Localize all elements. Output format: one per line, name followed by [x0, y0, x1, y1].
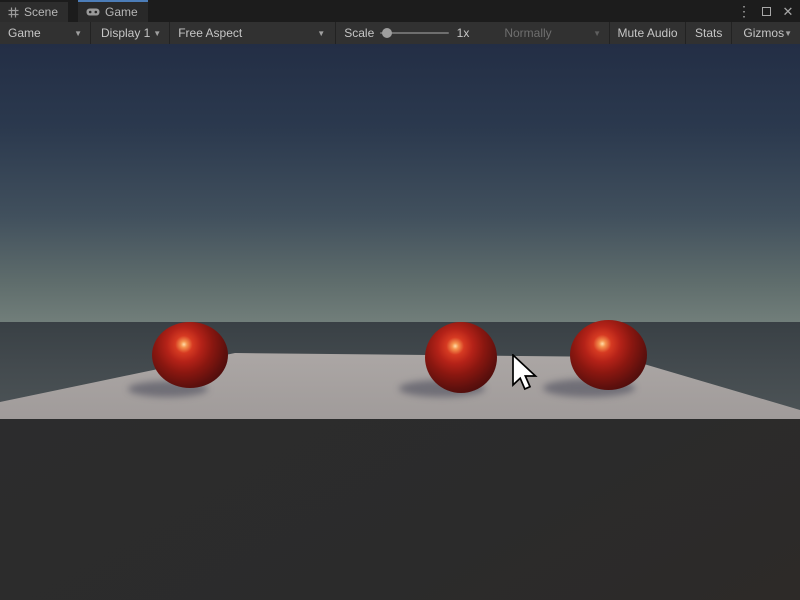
stats-button[interactable]: Stats	[686, 22, 732, 44]
mouse-cursor-icon	[511, 354, 539, 398]
unity-game-view-window: Scene Game ⋮ ✕ Game ▼ Display 1 ▼	[0, 0, 800, 600]
vsync-dropdown[interactable]: Normally ▼	[491, 22, 610, 44]
game-view-toolbar: Game ▼ Display 1 ▼ Free Aspect ▼ Scale 1…	[0, 22, 800, 44]
aspect-ratio-dropdown[interactable]: Free Aspect ▼	[170, 22, 336, 44]
unrendered-panel-area	[0, 419, 800, 600]
tab-strip: Scene Game ⋮ ✕	[0, 0, 800, 22]
mute-audio-button[interactable]: Mute Audio	[610, 22, 686, 44]
display-target-label: Game	[8, 26, 41, 40]
stats-label: Stats	[695, 26, 722, 40]
close-icon[interactable]: ✕	[780, 3, 796, 19]
display-target-dropdown[interactable]: Game ▼	[0, 22, 91, 44]
tab-scene-label: Scene	[24, 5, 58, 19]
kebab-menu-icon[interactable]: ⋮	[736, 3, 752, 19]
gizmos-label: Gizmos	[743, 26, 784, 40]
scale-value: 1x	[457, 26, 470, 40]
chevron-down-icon: ▼	[784, 29, 792, 38]
window-controls: ⋮ ✕	[736, 0, 796, 22]
maximize-icon[interactable]	[758, 3, 774, 19]
display-label: Display 1	[101, 26, 150, 40]
gizmos-dropdown[interactable]: Gizmos ▼	[732, 22, 800, 44]
vsync-label: Normally	[504, 26, 551, 40]
skybox-gradient	[0, 44, 800, 322]
game-viewport[interactable]	[0, 44, 800, 419]
chevron-down-icon: ▼	[593, 29, 601, 38]
tab-game-label: Game	[105, 5, 138, 19]
mute-audio-label: Mute Audio	[618, 26, 678, 40]
tab-scene[interactable]: Scene	[0, 2, 68, 22]
scale-slider-knob[interactable]	[382, 28, 392, 38]
scale-slider[interactable]	[380, 22, 448, 44]
chevron-down-icon: ▼	[153, 29, 161, 38]
grid-icon	[8, 7, 19, 18]
scale-label: Scale	[344, 26, 374, 40]
aspect-ratio-label: Free Aspect	[178, 26, 242, 40]
red-sphere-3	[570, 320, 647, 390]
display-dropdown[interactable]: Display 1 ▼	[91, 22, 170, 44]
gamepad-icon	[86, 7, 100, 17]
scale-control: Scale 1x	[336, 22, 491, 44]
chevron-down-icon: ▼	[74, 29, 82, 38]
chevron-down-icon: ▼	[317, 29, 325, 38]
red-sphere-2	[425, 322, 497, 393]
tab-game[interactable]: Game	[78, 0, 148, 22]
red-sphere-1	[152, 322, 228, 388]
